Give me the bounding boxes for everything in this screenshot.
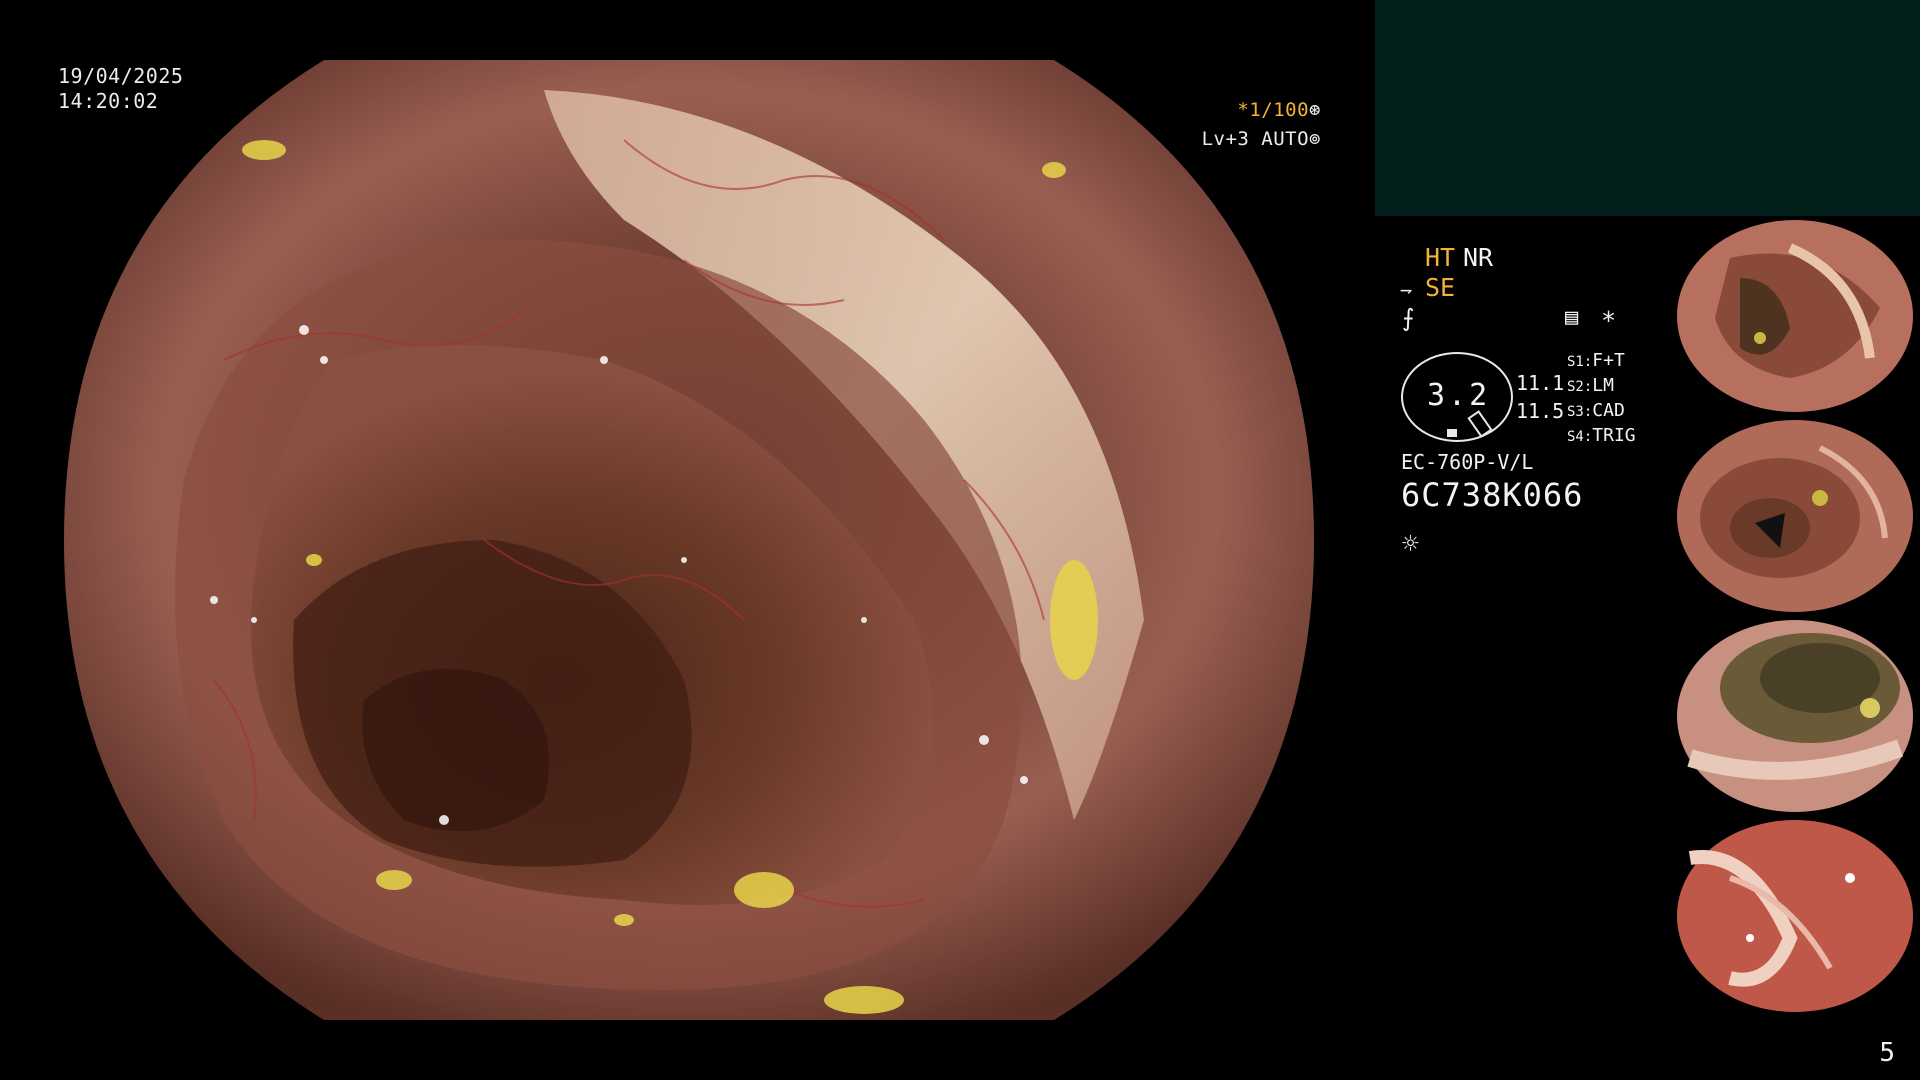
switch-2: S2:LM xyxy=(1567,375,1614,396)
structure-enhancement-icon: ⇁ xyxy=(1400,277,1413,301)
thumbnail-2[interactable] xyxy=(1670,418,1920,614)
scope-serial: 6C738K066 xyxy=(1401,476,1584,514)
thumbnail-3[interactable] xyxy=(1670,618,1920,814)
zoom-value: *1/100 xyxy=(1237,99,1310,121)
value-1: 11.1 xyxy=(1516,371,1565,395)
gauge-indicator-icon xyxy=(1467,410,1493,438)
mucosa-image xyxy=(64,60,1314,1020)
thumbnail-1[interactable] xyxy=(1670,218,1920,414)
time: 14:20:02 xyxy=(58,89,159,113)
zoom-indicator: *1/100⊛ xyxy=(1237,98,1321,123)
thumbnail-4[interactable] xyxy=(1670,818,1920,1014)
gauge-marker-icon xyxy=(1447,429,1457,437)
date-time: 19/04/2025 14:20:02 xyxy=(58,64,183,114)
value-2: 11.5 xyxy=(1516,399,1565,423)
score-value: 3.2 xyxy=(1427,378,1491,413)
level-indicator: Lv+3 AUTO⊚ xyxy=(1202,127,1321,152)
freeze-icon: ⨍ xyxy=(1402,304,1415,332)
memo-icon: ▤ xyxy=(1565,305,1579,330)
switch-1: S1:F+T xyxy=(1567,350,1625,371)
se-label: SE xyxy=(1425,273,1456,302)
page-number: 5 xyxy=(1879,1038,1895,1068)
light-icon: ☼ xyxy=(1402,527,1419,560)
scope-model: EC-760P-V/L xyxy=(1401,450,1534,474)
nr-label: NR xyxy=(1463,243,1494,272)
iris-icon: ⊚ xyxy=(1309,128,1321,150)
info-header-panel xyxy=(1375,0,1920,216)
level-value: Lv+3 AUTO xyxy=(1201,128,1310,150)
endoscope-view xyxy=(64,60,1314,1020)
shutter-icon: ⊛ xyxy=(1309,99,1321,121)
date: 19/04/2025 xyxy=(58,64,184,88)
asterisk-label: * xyxy=(1601,306,1617,335)
ht-label: HT xyxy=(1425,243,1456,272)
switch-4: S4:TRIG xyxy=(1567,425,1636,446)
switch-3: S3:CAD xyxy=(1567,400,1625,421)
